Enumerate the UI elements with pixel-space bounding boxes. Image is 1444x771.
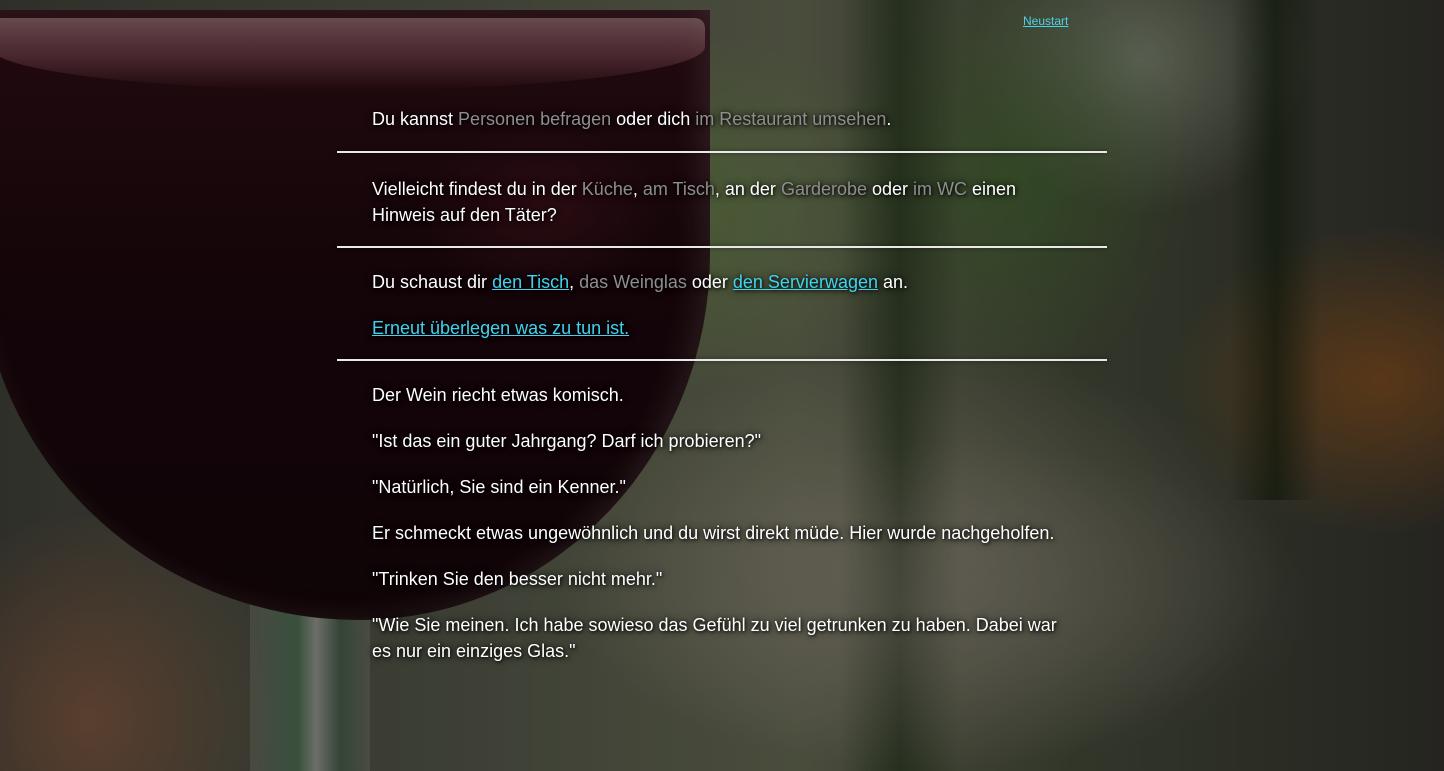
story-line: "Trinken Sie den besser nicht mehr." (372, 569, 663, 589)
story-line: Er schmeckt etwas ungewöhnlich und du wi… (372, 523, 1055, 543)
option-wardrobe: Garderobe (780, 179, 867, 199)
option-wine-glass: das Weinglas (579, 272, 687, 292)
story-section-table: Du schaust dir den Tisch, das Weinglas o… (337, 248, 1107, 359)
story-section-choices: Du kannst Personen befragen oder dich im… (337, 100, 1107, 151)
option-question-people: Personen befragen (458, 109, 612, 129)
link-serving-trolley[interactable]: den Servierwagen (733, 272, 878, 292)
table-paragraph: Du schaust dir den Tisch, das Weinglas o… (372, 272, 909, 292)
story-line: "Natürlich, Sie sind ein Kenner." (372, 477, 626, 497)
option-wc: im WC (913, 179, 968, 199)
story-section-locations: Vielleicht findest du in der Küche, am T… (337, 153, 1107, 246)
locations-paragraph: Vielleicht findest du in der Küche, am T… (372, 179, 1017, 225)
reconsider-link[interactable]: Erneut überlegen was zu tun ist. (372, 318, 629, 338)
option-look-around: im Restaurant umsehen (695, 109, 887, 129)
link-the-table[interactable]: den Tisch (492, 272, 569, 292)
choice-paragraph: Du kannst Personen befragen oder dich im… (372, 109, 892, 129)
story-line: "Wie Sie meinen. Ich habe sowieso das Ge… (372, 615, 1057, 661)
story-line: "Ist das ein guter Jahrgang? Darf ich pr… (372, 431, 762, 451)
option-kitchen: Küche (581, 179, 633, 199)
option-table: am Tisch (642, 179, 715, 199)
story-section-wine: Der Wein riecht etwas komisch. "Ist das … (337, 361, 1107, 664)
story-line: Der Wein riecht etwas komisch. (372, 385, 624, 405)
restart-link[interactable]: Neustart (1023, 14, 1068, 28)
story-content: Du kannst Personen befragen oder dich im… (337, 100, 1107, 664)
